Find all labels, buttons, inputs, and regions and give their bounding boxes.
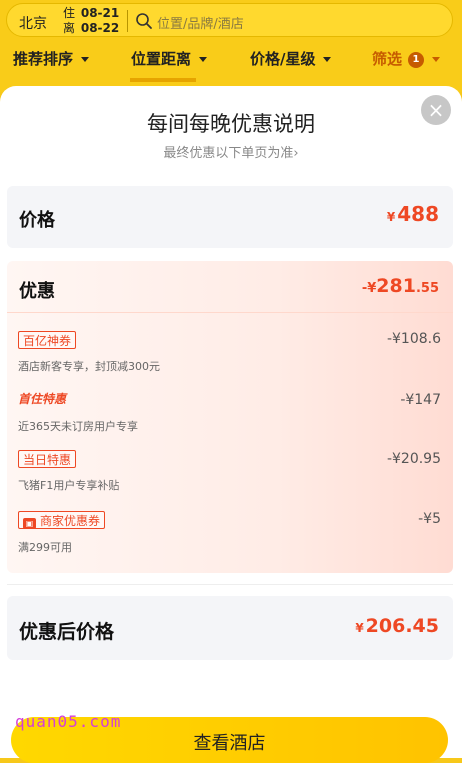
divider — [7, 584, 453, 585]
chevron-down-icon — [432, 57, 441, 62]
search-input[interactable]: 位置/品牌/酒店 — [157, 13, 244, 32]
filter-label: 筛选 — [372, 50, 403, 68]
final-price-amount: 206.45 — [365, 615, 439, 637]
discount-item-desc: 酒店新客专享，封顶减300元 — [18, 360, 160, 373]
date-selector[interactable]: 住 08-21 离 08-22 — [63, 6, 119, 36]
discount-int: 281 — [376, 275, 416, 297]
sheet-subtitle-link[interactable]: 最终优惠以下单页为准› — [0, 142, 462, 161]
filter-label: 价格/星级 — [250, 50, 316, 68]
chevron-down-icon — [199, 57, 208, 62]
top-bar: 北京 住 08-21 离 08-22 位置/品牌/酒店 推荐排序 位置距离 价格… — [0, 0, 462, 92]
discount-item-desc: 飞猪F1用户专享补贴 — [18, 479, 120, 492]
divider — [127, 10, 128, 32]
discount-card: 优惠 -¥281.55 百亿神券 -¥108.6 酒店新客专享，封顶减300元 … — [7, 261, 453, 573]
search-icon — [136, 13, 152, 29]
discount-prefix: -¥ — [361, 281, 377, 296]
merchant-coupon-tag: ▣ 商家优惠券 — [18, 511, 106, 529]
same-day-tag: 当日特惠 — [18, 450, 77, 468]
watermark: quan05.com — [15, 712, 122, 731]
chevron-down-icon — [81, 57, 90, 62]
sheet-title: 每间每晚优惠说明 — [147, 112, 315, 136]
price-label: 价格 — [19, 210, 55, 231]
discount-item-amount: -¥20.95 — [386, 451, 441, 467]
chevron-down-icon — [323, 57, 332, 62]
filter-sort[interactable]: 推荐排序 — [13, 48, 90, 69]
checkin-date: 08-21 — [80, 6, 120, 20]
filter-distance[interactable]: 位置距离 — [131, 48, 208, 69]
coupon-icon: ▣ — [23, 518, 36, 529]
final-price-label: 优惠后价格 — [19, 621, 115, 643]
discount-label: 优惠 — [19, 281, 55, 302]
discount-dec: .55 — [415, 281, 439, 296]
discount-item-amount: -¥147 — [400, 392, 441, 408]
final-price-card: 优惠后价格 ¥206.45 — [7, 596, 453, 660]
filter-bar: 推荐排序 位置距离 价格/星级 筛选 1 — [0, 44, 462, 74]
filter-label: 位置距离 — [131, 50, 192, 68]
close-button[interactable]: × — [421, 95, 451, 125]
discount-item-amount: -¥108.6 — [386, 331, 441, 347]
filter-more[interactable]: 筛选 1 — [372, 48, 441, 69]
coupon-tag: 百亿神券 — [18, 331, 77, 349]
tag-label: 商家优惠券 — [40, 514, 101, 528]
currency-symbol: ¥ — [386, 210, 396, 224]
search-bar[interactable]: 北京 住 08-21 离 08-22 位置/品牌/酒店 — [6, 3, 453, 37]
active-tab-indicator — [130, 78, 196, 82]
chevron-right-icon: › — [293, 146, 299, 161]
discount-total: -¥281.55 — [362, 275, 439, 297]
price-card: 价格 ¥488 — [7, 186, 453, 248]
checkin-label: 住 — [63, 6, 76, 20]
checkout-label: 离 — [63, 21, 76, 35]
price-amount: 488 — [397, 202, 439, 226]
filter-label: 推荐排序 — [13, 50, 74, 68]
discount-sheet: 每间每晚优惠说明 最终优惠以下单页为准› × 价格 ¥488 优惠 -¥281.… — [0, 86, 462, 763]
subtitle-text: 最终优惠以下单页为准 — [163, 146, 294, 161]
close-icon: × — [427, 98, 445, 122]
filter-price-star[interactable]: 价格/星级 — [250, 48, 332, 69]
city-selector[interactable]: 北京 — [19, 13, 47, 33]
divider — [7, 312, 453, 313]
price-value: ¥488 — [387, 202, 439, 226]
checkout-date: 08-22 — [80, 21, 120, 35]
currency-symbol: ¥ — [355, 621, 364, 635]
discount-item-desc: 近365天未订房用户专享 — [18, 420, 138, 433]
filter-count-badge: 1 — [408, 52, 425, 68]
discount-item-desc: 满299可用 — [18, 541, 72, 554]
discount-item-amount: -¥5 — [418, 511, 441, 527]
first-stay-tag: 首住特惠 — [18, 392, 67, 406]
final-price-value: ¥206.45 — [355, 615, 439, 637]
